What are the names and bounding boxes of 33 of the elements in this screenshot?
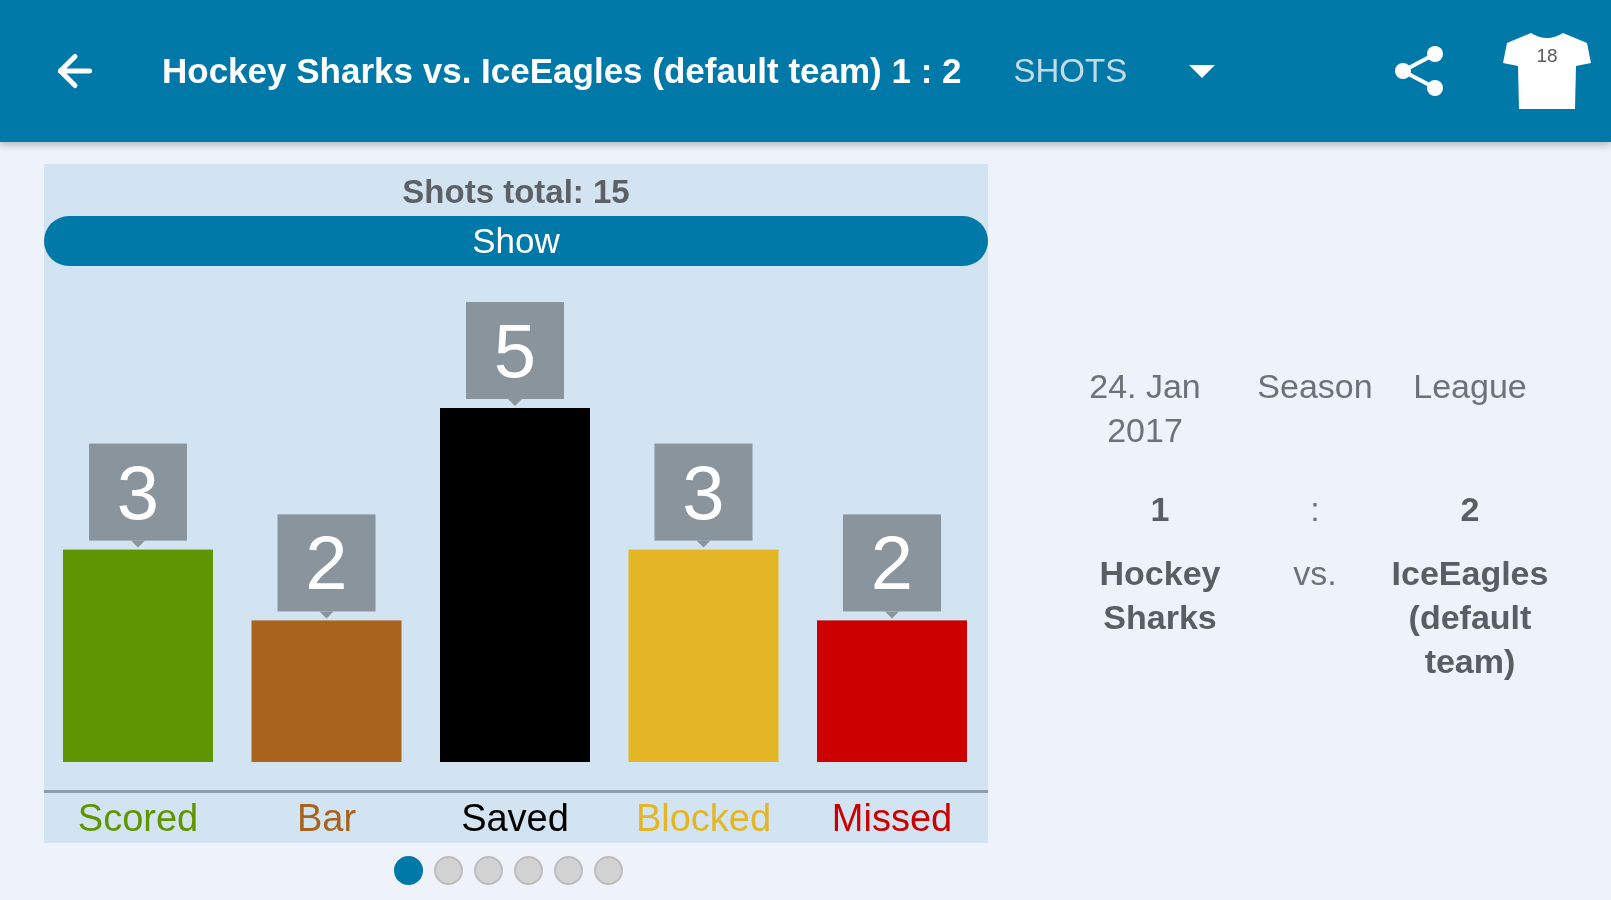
- versus-label: vs.: [1292, 553, 1338, 594]
- chart-heading: Shots total: 15: [401, 172, 631, 212]
- category-label: Saved: [460, 796, 570, 841]
- category-label: Scored: [76, 796, 200, 841]
- value-label: 5: [466, 302, 564, 406]
- data-label: 2: [305, 520, 348, 606]
- share-icon: [1393, 44, 1445, 98]
- value-label: 2: [843, 514, 941, 619]
- away-team: IceEagles (default team): [1390, 553, 1550, 682]
- away-score: 2: [1459, 489, 1481, 530]
- section-dropdown[interactable]: SHOTS: [1013, 52, 1216, 90]
- category-label: Missed: [830, 796, 954, 841]
- data-label: 3: [116, 449, 160, 535]
- value-label: 3: [89, 443, 187, 548]
- data-label: 5: [493, 308, 537, 393]
- value-label: 3: [654, 443, 753, 548]
- jersey-button[interactable]: 18: [1503, 31, 1591, 111]
- shirt-icon: [1503, 31, 1591, 111]
- share-button[interactable]: [1393, 44, 1445, 98]
- value-label: 2: [277, 514, 376, 619]
- category-label: Bar: [295, 796, 358, 841]
- home-score: 1: [1149, 489, 1171, 530]
- caret-icon: [1189, 64, 1216, 78]
- home-team: Hockey Sharks: [1098, 553, 1222, 638]
- category-label: Blocked: [634, 796, 773, 841]
- season-label: Season: [1256, 366, 1374, 407]
- league-label: League: [1412, 366, 1528, 407]
- score-separator: :: [1309, 489, 1321, 530]
- match-title: Hockey Sharks vs. IceEagles (default team) 1 : 2: [162, 51, 962, 91]
- data-label: 2: [870, 520, 914, 606]
- match-date: 24. Jan 2017: [1088, 366, 1202, 451]
- data-label: 3: [682, 449, 725, 535]
- show-button[interactable]: Show: [44, 216, 988, 266]
